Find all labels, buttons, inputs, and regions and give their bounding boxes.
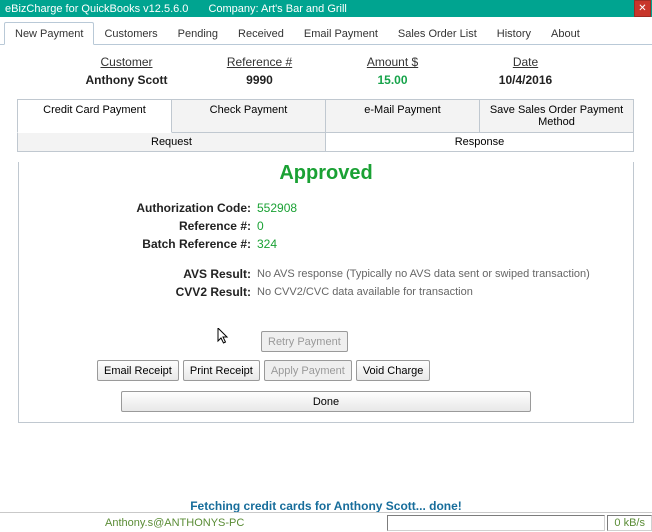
void-charge-button[interactable]: Void Charge (356, 360, 431, 381)
tab-about[interactable]: About (541, 23, 590, 44)
request-response-tabs: Request Response (18, 133, 634, 152)
payment-summary: Customer Anthony Scott Reference # 9990 … (0, 45, 652, 93)
response-details: Authorization Code:552908 Reference #:0 … (19, 199, 633, 301)
payment-method-tabs: Credit Card Payment Check Payment e-Mail… (18, 99, 634, 133)
subtab-check[interactable]: Check Payment (171, 99, 326, 133)
approved-status: Approved (19, 162, 633, 185)
title-bar: eBizCharge for QuickBooks v12.5.6.0 Comp… (0, 0, 652, 17)
summary-amount-header: Amount $ (326, 55, 459, 69)
status-bar: Anthony.s@ANTHONYS-PC 0 kB/s (0, 512, 652, 532)
print-receipt-button[interactable]: Print Receipt (183, 360, 260, 381)
main-tabs: New Payment Customers Pending Received E… (0, 17, 652, 45)
subtab-request[interactable]: Request (17, 133, 326, 152)
app-title: eBizCharge for QuickBooks v12.5.6.0 (5, 3, 188, 15)
cvv2-result-value: No CVV2/CVC data available for transacti… (257, 283, 473, 301)
tab-new-payment[interactable]: New Payment (4, 22, 94, 45)
status-transfer-rate: 0 kB/s (607, 515, 652, 531)
response-panel: Approved Authorization Code:552908 Refer… (18, 162, 634, 423)
tab-sales-order-list[interactable]: Sales Order List (388, 23, 487, 44)
summary-customer-value: Anthony Scott (60, 73, 193, 87)
email-receipt-button[interactable]: Email Receipt (97, 360, 179, 381)
company-title: Company: Art's Bar and Grill (208, 3, 346, 15)
summary-date-header: Date (459, 55, 592, 69)
subtab-save-method[interactable]: Save Sales Order Payment Method (479, 99, 634, 133)
close-icon[interactable]: ✕ (634, 0, 651, 17)
batch-reference-label: Batch Reference #: (19, 235, 257, 253)
summary-date-value: 10/4/2016 (459, 73, 592, 87)
status-user: Anthony.s@ANTHONYS-PC (0, 517, 244, 529)
apply-payment-button[interactable]: Apply Payment (264, 360, 352, 381)
status-progress-area (387, 515, 605, 531)
subtab-email[interactable]: e-Mail Payment (325, 99, 480, 133)
subtab-response[interactable]: Response (325, 133, 634, 152)
reference-label: Reference #: (19, 217, 257, 235)
tab-email-payment[interactable]: Email Payment (294, 23, 388, 44)
retry-payment-button[interactable]: Retry Payment (261, 331, 348, 352)
summary-customer-header: Customer (60, 55, 193, 69)
avs-result-value: No AVS response (Typically no AVS data s… (257, 265, 590, 283)
subtab-credit-card[interactable]: Credit Card Payment (17, 99, 172, 133)
done-button[interactable]: Done (121, 391, 531, 412)
auth-code-label: Authorization Code: (19, 199, 257, 217)
summary-reference-value: 9990 (193, 73, 326, 87)
tab-received[interactable]: Received (228, 23, 294, 44)
avs-result-label: AVS Result: (19, 265, 257, 283)
tab-pending[interactable]: Pending (168, 23, 228, 44)
cvv2-result-label: CVV2 Result: (19, 283, 257, 301)
summary-amount-value: 15.00 (326, 73, 459, 87)
tab-history[interactable]: History (487, 23, 541, 44)
auth-code-value: 552908 (257, 199, 297, 217)
reference-value: 0 (257, 217, 264, 235)
batch-reference-value: 324 (257, 235, 277, 253)
status-message: Fetching credit cards for Anthony Scott.… (0, 499, 652, 513)
tab-customers[interactable]: Customers (94, 23, 167, 44)
summary-reference-header: Reference # (193, 55, 326, 69)
